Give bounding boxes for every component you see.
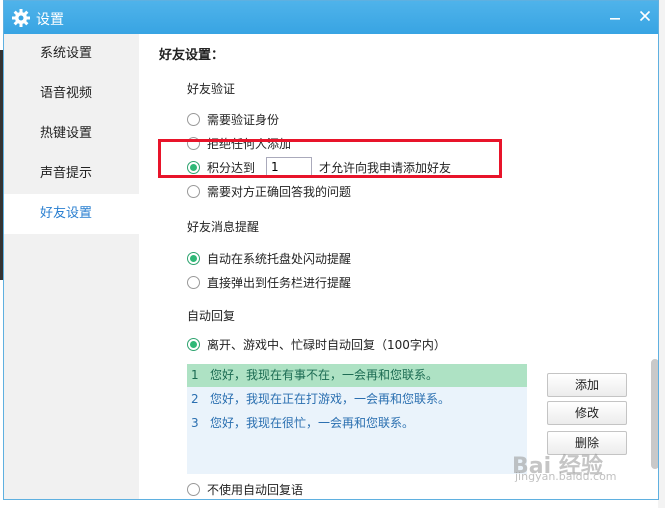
sidebar-item-hotkeys[interactable]: 热键设置: [4, 114, 139, 154]
radio-popup-alert-label: 直接弹出到任务栏进行提醒: [207, 276, 352, 290]
list-item[interactable]: 3 您好，我现在很忙，一会再和您联系。: [187, 412, 527, 435]
scrollbar-thumb[interactable]: [651, 359, 658, 469]
verify-title: 好友验证: [187, 82, 236, 96]
sidebar-item-system[interactable]: 系统设置: [4, 34, 139, 74]
reply-number: 3: [191, 416, 199, 430]
edit-reply-button[interactable]: 修改: [547, 401, 627, 425]
radio-auto-reply[interactable]: [187, 338, 200, 351]
friend-settings-panel: 好友设置： 好友验证 需要验证身份 拒绝任何人添加 积分达到 才允许向我申请添加…: [139, 34, 658, 499]
radio-no-auto-reply[interactable]: [187, 483, 200, 496]
title-bar: 设置: [4, 1, 658, 34]
radio-question[interactable]: [187, 185, 200, 198]
highlight-annotation: [158, 139, 502, 178]
section-title: 好友设置：: [159, 48, 225, 63]
list-item[interactable]: 1 您好，我现在有事不在，一会再和您联系。: [187, 364, 527, 387]
close-button[interactable]: [634, 6, 656, 28]
reply-text: 您好，我现在很忙，一会再和您联系。: [210, 416, 415, 430]
reply-text: 您好，我现在正在打游戏，一会再和您联系。: [210, 392, 451, 406]
close-icon: [639, 10, 651, 22]
watermark-url: jingyan.baidu.com: [515, 470, 617, 483]
sidebar: 系统设置 语音视频 热键设置 声音提示 好友设置: [4, 34, 139, 499]
radio-question-label: 需要对方正确回答我的问题: [207, 185, 352, 199]
radio-tray-alert-label: 自动在系统托盘处闪动提醒: [207, 252, 352, 266]
auto-reply-list: 1 您好，我现在有事不在，一会再和您联系。 2 您好，我现在正在打游戏，一会再和…: [187, 364, 527, 474]
gear-icon: [12, 9, 30, 27]
background-window-edge: [658, 0, 665, 508]
radio-need-verify-label: 需要验证身份: [207, 113, 280, 127]
radio-tray-alert[interactable]: [187, 252, 200, 265]
reply-text: 您好，我现在有事不在，一会再和您联系。: [210, 368, 439, 382]
window-title: 设置: [36, 12, 64, 28]
list-item[interactable]: 2 您好，我现在正在打游戏，一会再和您联系。: [187, 388, 527, 411]
radio-popup-alert[interactable]: [187, 276, 200, 289]
sidebar-item-sound[interactable]: 声音提示: [4, 154, 139, 194]
radio-auto-reply-label: 离开、游戏中、忙碌时自动回复（100字内）: [207, 338, 446, 352]
sidebar-item-voice-video[interactable]: 语音视频: [4, 74, 139, 114]
sidebar-item-friends[interactable]: 好友设置: [4, 194, 139, 234]
message-alert-title: 好友消息提醒: [187, 220, 260, 234]
reply-number: 2: [191, 392, 199, 406]
reply-number: 1: [191, 368, 199, 382]
settings-window: 设置 系统设置 语音视频 热键设置 声音提示 好友设置 好友设置： 好友验证 需…: [3, 0, 659, 500]
auto-reply-title: 自动回复: [187, 309, 236, 323]
radio-no-auto-reply-label: 不使用自动回复语: [207, 483, 304, 497]
minimize-button[interactable]: [604, 6, 626, 28]
add-reply-button[interactable]: 添加: [547, 373, 627, 397]
minimize-icon: [610, 18, 620, 20]
radio-need-verify[interactable]: [187, 113, 200, 126]
